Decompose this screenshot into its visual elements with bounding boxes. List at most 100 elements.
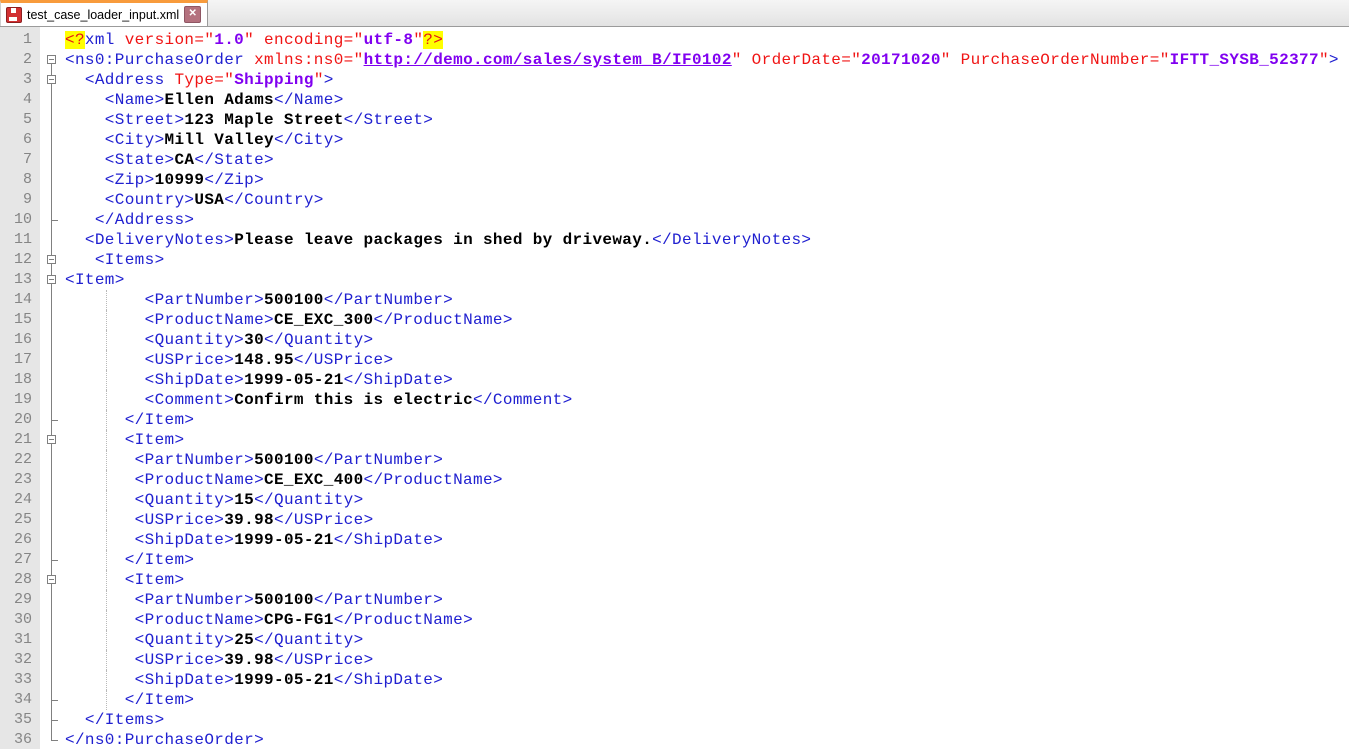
line-number: 3: [0, 70, 40, 90]
code-segment-tag: </State>: [194, 151, 274, 169]
code-line[interactable]: <ProductName>CPG-FG1</ProductName>: [65, 610, 1349, 630]
code-segment-tag: <Quantity>: [65, 491, 234, 509]
code-line[interactable]: <PartNumber>500100</PartNumber>: [65, 590, 1349, 610]
fold-marker: [40, 450, 62, 470]
fold-marker: [40, 410, 62, 430]
code-segment-tag: >: [1329, 51, 1339, 69]
code-line[interactable]: <DeliveryNotes>Please leave packages in …: [65, 230, 1349, 250]
code-segment-tag: <City>: [65, 131, 165, 149]
code-segment-pi: <?: [65, 31, 85, 49]
code-segment-text: 39.98: [224, 511, 274, 529]
code-line[interactable]: <Street>123 Maple Street</Street>: [65, 110, 1349, 130]
fold-toggle-icon[interactable]: [40, 70, 62, 90]
code-segment-tag: <PartNumber>: [65, 451, 254, 469]
code-line[interactable]: <State>CA</State>: [65, 150, 1349, 170]
fold-toggle-icon[interactable]: [40, 430, 62, 450]
code-segment-text: 10999: [155, 171, 205, 189]
fold-marker: [40, 630, 62, 650]
code-segment-tag: </PartNumber>: [324, 291, 453, 309]
fold-toggle-icon[interactable]: [40, 270, 62, 290]
code-line[interactable]: <Item>: [65, 570, 1349, 590]
fold-marker: [40, 170, 62, 190]
fold-marker: [40, 490, 62, 510]
code-line[interactable]: <ShipDate>1999-05-21</ShipDate>: [65, 530, 1349, 550]
code-line[interactable]: <ShipDate>1999-05-21</ShipDate>: [65, 370, 1349, 390]
code-line[interactable]: <Quantity>25</Quantity>: [65, 630, 1349, 650]
code-segment-tag: xml: [85, 31, 115, 49]
code-line[interactable]: </Item>: [65, 690, 1349, 710]
code-line[interactable]: <ProductName>CE_EXC_300</ProductName>: [65, 310, 1349, 330]
code-segment-tag: </USPrice>: [274, 511, 374, 529]
fold-marker: [40, 710, 62, 730]
line-number: 11: [0, 230, 40, 250]
code-line[interactable]: <Address Type="Shipping">: [65, 70, 1349, 90]
line-number: 15: [0, 310, 40, 330]
line-number: 31: [0, 630, 40, 650]
code-line[interactable]: <?xml version="1.0" encoding="utf-8"?>: [65, 30, 1349, 50]
line-number: 26: [0, 530, 40, 550]
code-line[interactable]: <Item>: [65, 270, 1349, 290]
code-line[interactable]: <Country>USA</Country>: [65, 190, 1349, 210]
line-number: 27: [0, 550, 40, 570]
code-line[interactable]: <USPrice>39.98</USPrice>: [65, 510, 1349, 530]
tab-close-icon[interactable]: ✕: [184, 6, 201, 23]
code-segment-tag: </PartNumber>: [314, 591, 443, 609]
code-line[interactable]: <Zip>10999</Zip>: [65, 170, 1349, 190]
fold-marker: [40, 730, 62, 749]
code-segment-tag: <ProductName>: [65, 471, 264, 489]
code-line[interactable]: <USPrice>148.95</USPrice>: [65, 350, 1349, 370]
code-line[interactable]: <USPrice>39.98</USPrice>: [65, 650, 1349, 670]
code-line[interactable]: <Comment>Confirm this is electric</Comme…: [65, 390, 1349, 410]
code-line[interactable]: <Name>Ellen Adams</Name>: [65, 90, 1349, 110]
code-line[interactable]: <Quantity>15</Quantity>: [65, 490, 1349, 510]
fold-marker: [40, 370, 62, 390]
code-line[interactable]: <City>Mill Valley</City>: [65, 130, 1349, 150]
code-segment-tag: </DeliveryNotes>: [652, 231, 811, 249]
code-line[interactable]: </ns0:PurchaseOrder>: [65, 730, 1349, 749]
code-segment-tag: </USPrice>: [294, 351, 394, 369]
code-segment-pi: ?>: [423, 31, 443, 49]
editor-area: 1234567891011121314151617181920212223242…: [0, 27, 1349, 749]
code-segment-tag: <USPrice>: [65, 511, 224, 529]
fold-margin: [40, 27, 62, 749]
code-line[interactable]: <Quantity>30</Quantity>: [65, 330, 1349, 350]
code-line[interactable]: </Address>: [65, 210, 1349, 230]
tab-test-case-loader-input[interactable]: test_case_loader_input.xml ✕: [0, 0, 208, 26]
code-segment-tag: <USPrice>: [65, 651, 224, 669]
code-segment-attr: " OrderDate=": [732, 51, 861, 69]
code-segment-text: Please leave packages in shed by drivewa…: [234, 231, 652, 249]
code-segment-attr: ": [314, 71, 324, 89]
code-segment-tag: >: [324, 71, 334, 89]
line-number: 36: [0, 730, 40, 749]
fold-marker: [40, 310, 62, 330]
code-line[interactable]: </Items>: [65, 710, 1349, 730]
fold-marker: [40, 670, 62, 690]
line-number: 30: [0, 610, 40, 630]
fold-marker: [40, 210, 62, 230]
fold-toggle-icon[interactable]: [40, 250, 62, 270]
code-segment-tag: <Zip>: [65, 171, 155, 189]
code-segment-valu: http://demo.com/sales/system_B/IF0102: [364, 51, 732, 69]
code-segment-tag: </City>: [274, 131, 344, 149]
fold-toggle-icon[interactable]: [40, 50, 62, 70]
code-line[interactable]: <ShipDate>1999-05-21</ShipDate>: [65, 670, 1349, 690]
code-area[interactable]: <?xml version="1.0" encoding="utf-8"?><n…: [62, 27, 1349, 749]
code-segment-text: 25: [234, 631, 254, 649]
code-segment-tag: <Comment>: [65, 391, 234, 409]
code-segment-text: 1999-05-21: [234, 531, 334, 549]
code-segment-text: 123 Maple Street: [184, 111, 343, 129]
code-line[interactable]: <Item>: [65, 430, 1349, 450]
code-line[interactable]: <Items>: [65, 250, 1349, 270]
code-line[interactable]: <ns0:PurchaseOrder xmlns:ns0="http://dem…: [65, 50, 1349, 70]
fold-marker: [40, 130, 62, 150]
line-number: 21: [0, 430, 40, 450]
code-segment-tag: </USPrice>: [274, 651, 374, 669]
code-line[interactable]: <ProductName>CE_EXC_400</ProductName>: [65, 470, 1349, 490]
code-line[interactable]: <PartNumber>500100</PartNumber>: [65, 290, 1349, 310]
code-line[interactable]: </Item>: [65, 410, 1349, 430]
fold-marker: [40, 150, 62, 170]
code-line[interactable]: </Item>: [65, 550, 1349, 570]
fold-toggle-icon[interactable]: [40, 570, 62, 590]
code-segment-tag: </ProductName>: [374, 311, 513, 329]
code-line[interactable]: <PartNumber>500100</PartNumber>: [65, 450, 1349, 470]
